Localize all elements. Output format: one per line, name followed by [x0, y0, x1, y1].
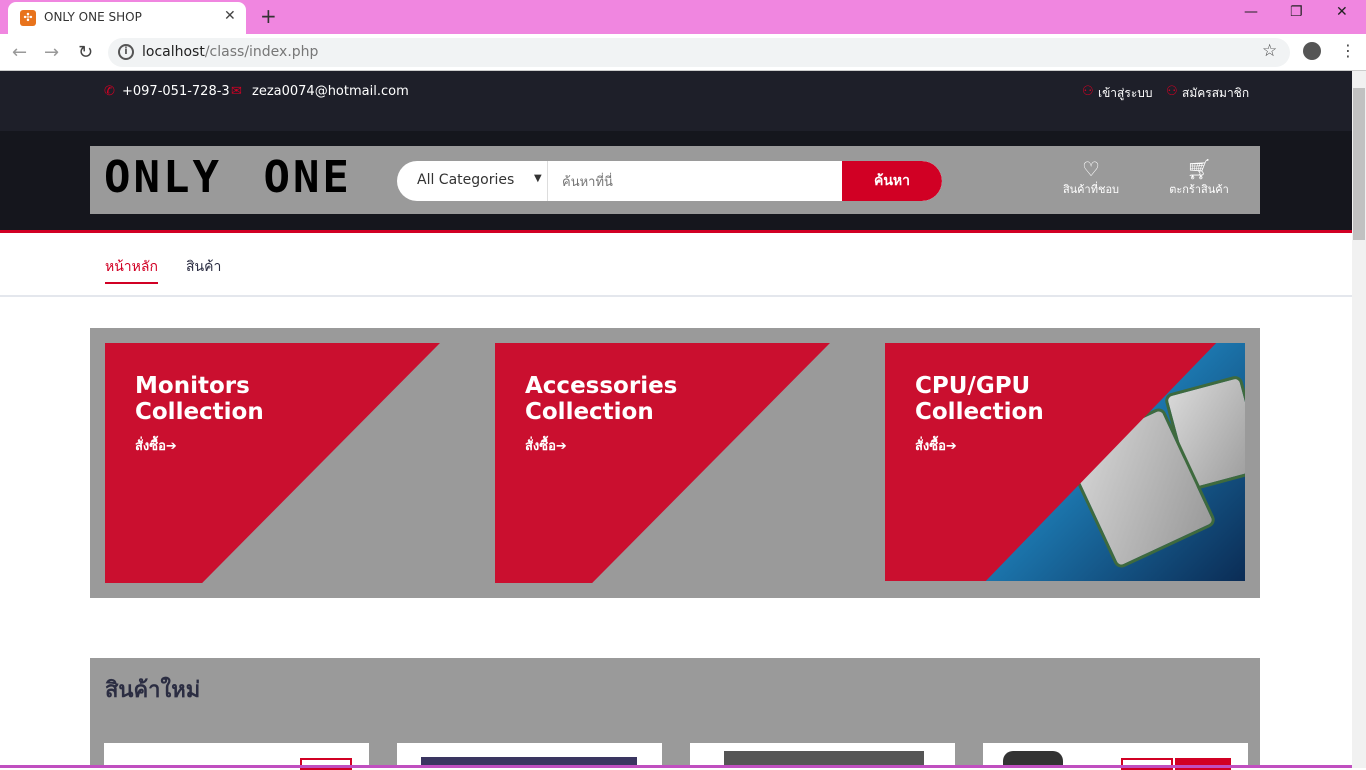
search-form: All Categories ▼ ค้นหา: [397, 161, 942, 201]
user-icon: ⚇: [1082, 84, 1094, 99]
profile-icon[interactable]: [1303, 42, 1321, 60]
sale-badge: [300, 758, 352, 770]
collection-subtitle: Collection: [525, 399, 654, 425]
collection-title: CPU/GPU: [915, 373, 1031, 399]
collection-cpu-gpu[interactable]: CPU/GPU Collection สั่งซื้อ➔: [885, 343, 1245, 581]
back-icon[interactable]: ←: [12, 42, 27, 63]
bookmark-star-icon[interactable]: ☆: [1262, 41, 1277, 61]
email-icon: ✉: [231, 84, 242, 99]
collection-title: Accessories: [525, 373, 678, 399]
main-nav: หน้าหลัก สินค้า: [0, 233, 1352, 297]
tab-title: ONLY ONE SHOP: [44, 10, 142, 24]
url-host: localhost: [142, 44, 205, 60]
close-tab-icon[interactable]: ✕: [224, 8, 236, 24]
restore-icon[interactable]: ❐: [1290, 4, 1303, 20]
user-icon: ⚇: [1166, 84, 1178, 99]
cart-button[interactable]: 🛒︎ ตะกร้าสินค้า: [1154, 158, 1244, 198]
search-button[interactable]: ค้นหา: [842, 161, 942, 201]
new-tab-icon[interactable]: +: [260, 4, 277, 28]
register-link[interactable]: สมัครสมาชิก: [1182, 84, 1249, 103]
collection-title: Monitors: [135, 373, 250, 399]
order-link[interactable]: สั่งซื้อ➔: [915, 435, 957, 456]
category-value: All Categories: [417, 172, 515, 188]
arrow-right-circle-icon: ➔: [555, 439, 567, 454]
menu-icon[interactable]: ⋮: [1340, 41, 1356, 60]
url-path: /class/index.php: [204, 44, 319, 60]
wishlist-label: สินค้าที่ชอบ: [1062, 183, 1120, 196]
cart-label: ตะกร้าสินค้า: [1169, 183, 1229, 196]
chevron-down-icon: ▼: [534, 173, 542, 184]
cart-icon: 🛒︎: [1186, 157, 1212, 181]
email-link[interactable]: zeza0074@hotmail.com: [252, 84, 409, 99]
arrow-right-circle-icon: ➔: [945, 439, 957, 454]
browser-tab[interactable]: ✣ ONLY ONE SHOP ✕: [8, 2, 246, 34]
logo[interactable]: ONLY ONE: [104, 152, 352, 203]
nav-products[interactable]: สินค้า: [186, 256, 221, 282]
wishlist-button[interactable]: ♡ สินค้าที่ชอบ: [1046, 158, 1136, 198]
arrow-right-circle-icon: ➔: [165, 439, 177, 454]
minimize-icon[interactable]: —: [1244, 4, 1258, 20]
url-input[interactable]: i localhost/class/index.php ☆: [108, 38, 1290, 67]
browser-tab-bar: ✣ ONLY ONE SHOP ✕ + — ❐ ✕: [0, 0, 1366, 34]
nav-home[interactable]: หน้าหลัก: [105, 256, 158, 284]
scrollbar-thumb[interactable]: [1353, 88, 1365, 240]
close-window-icon[interactable]: ✕: [1336, 4, 1348, 20]
collection-accessories[interactable]: Accessories Collection สั่งซื้อ➔: [495, 343, 830, 583]
forward-icon[interactable]: →: [44, 42, 59, 63]
order-link[interactable]: สั่งซื้อ➔: [525, 435, 567, 456]
section-title: สินค้าใหม่: [105, 678, 201, 703]
collection-monitors[interactable]: Monitors Collection สั่งซื้อ➔: [105, 343, 440, 583]
info-icon[interactable]: i: [118, 44, 134, 60]
top-bar: ✆ +097-051-728-3 ✉ zeza0074@hotmail.com …: [0, 71, 1352, 131]
address-bar: ← → ↻ i localhost/class/index.php ☆ ⋮: [0, 34, 1366, 71]
search-input[interactable]: [548, 161, 842, 201]
collection-subtitle: Collection: [135, 399, 264, 425]
order-link[interactable]: สั่งซื้อ➔: [135, 435, 177, 456]
sale-badge: [1121, 758, 1173, 770]
phone-icon: ✆: [104, 84, 115, 99]
heart-icon: ♡: [1082, 157, 1100, 181]
new-badge: [1175, 758, 1231, 770]
collection-subtitle: Collection: [915, 399, 1044, 425]
xampp-favicon-icon: ✣: [20, 10, 36, 26]
reload-icon[interactable]: ↻: [78, 42, 93, 63]
phone-number[interactable]: +097-051-728-3: [122, 84, 230, 99]
category-select[interactable]: All Categories ▼: [397, 161, 548, 201]
login-link[interactable]: เข้าสู่ระบบ: [1098, 84, 1153, 103]
